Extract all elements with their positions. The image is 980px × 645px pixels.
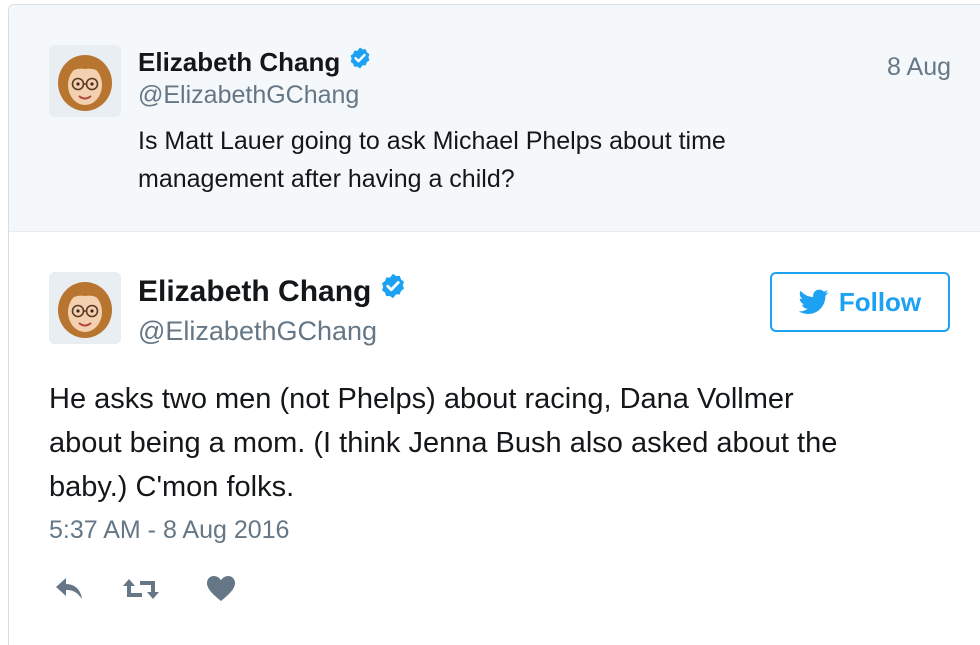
tweet-text: He asks two men (not Phelps) about racin… — [49, 377, 837, 509]
follow-label: Follow — [838, 286, 922, 317]
tweet-timestamp[interactable]: 5:37 AM - 8 Aug 2016 — [49, 516, 289, 545]
reply-button[interactable] — [49, 571, 89, 607]
heart-icon — [207, 576, 235, 601]
tweet-text-line: baby.) C'mon folks. — [49, 471, 295, 503]
parent-tweet[interactable]: Elizabeth Chang @ElizabethGChang 8 Aug I… — [9, 5, 980, 232]
retweet-icon — [123, 579, 159, 599]
author-name[interactable]: Elizabeth Chang — [138, 272, 407, 311]
avatar[interactable] — [49, 272, 121, 344]
author-name[interactable]: Elizabeth Chang — [138, 47, 372, 80]
avatar-icon — [49, 272, 121, 344]
tweet-date[interactable]: 8 Aug — [887, 53, 951, 82]
twitter-bird-icon — [798, 289, 829, 314]
retweet-button[interactable] — [121, 571, 161, 607]
avatar-icon — [49, 45, 121, 117]
tweet-text-line: Is Matt Lauer going to ask Michael Phelp… — [138, 127, 726, 155]
reply-icon — [56, 578, 82, 599]
tweet-text-line: management after having a child? — [138, 165, 515, 193]
author-handle[interactable]: @ElizabethGChang — [138, 316, 377, 347]
tweet-text-line: about being a mom. (I think Jenna Bush a… — [49, 427, 838, 459]
verified-badge-icon — [348, 46, 372, 77]
tweet-embed: Elizabeth Chang @ElizabethGChang 8 Aug I… — [8, 4, 980, 645]
avatar[interactable] — [49, 45, 121, 117]
parent-tweet-text: Is Matt Lauer going to ask Michael Phelp… — [138, 122, 858, 198]
author-handle[interactable]: @ElizabethGChang — [138, 81, 359, 110]
follow-button[interactable]: Follow — [770, 272, 950, 332]
tweet-text-line: He asks two men (not Phelps) about racin… — [49, 383, 794, 415]
verified-badge-icon — [379, 272, 407, 308]
like-button[interactable] — [201, 571, 241, 607]
